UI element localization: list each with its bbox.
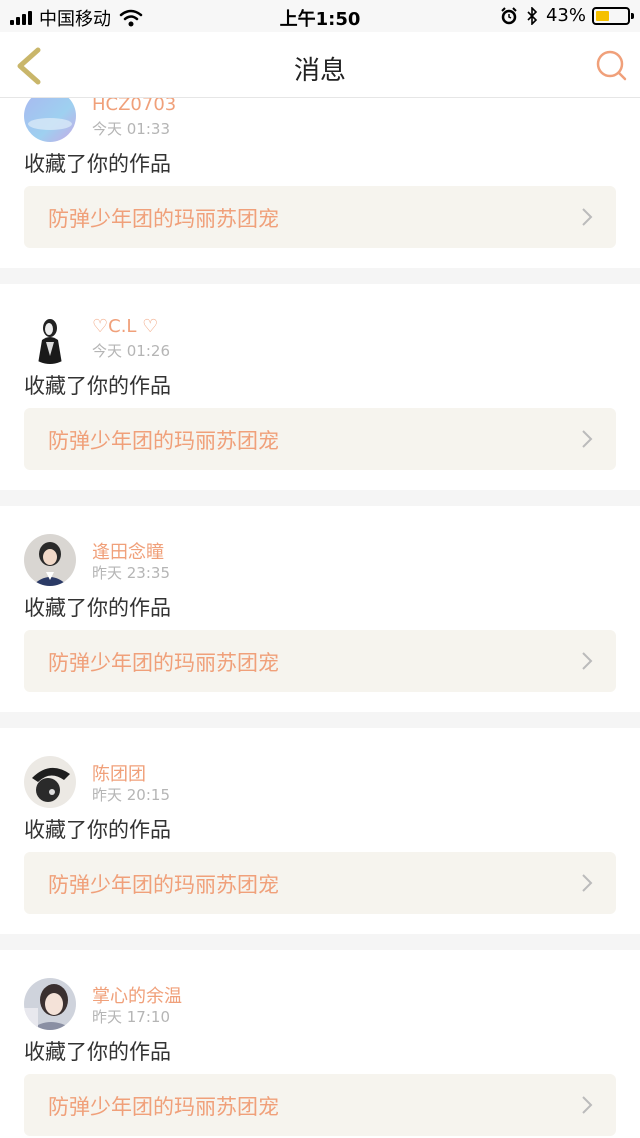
timestamp: 昨天 17:10 [92,1008,170,1026]
work-title: 防弹少年团的玛丽苏团宠 [48,207,279,231]
action-text: 收藏了你的作品 [24,374,171,398]
avatar[interactable] [24,756,76,808]
message-list[interactable]: HCZ0703 今天 01:33 收藏了你的作品 防弹少年团的玛丽苏团宠 ♡C.… [0,98,640,1138]
list-item: 逢田念瞳 昨天 23:35 收藏了你的作品 防弹少年团的玛丽苏团宠 [0,532,640,728]
username[interactable]: ♡C.L ♡ [92,316,158,337]
status-right: 43% [500,5,634,26]
timestamp: 昨天 23:35 [92,564,170,582]
battery-icon [592,6,634,25]
username[interactable]: 陈团团 [92,760,146,786]
chevron-right-icon [582,652,593,670]
avatar[interactable] [24,98,76,142]
avatar[interactable] [24,534,76,586]
page-title: 消息 [293,56,346,86]
username[interactable]: 掌心的余温 [92,982,182,1008]
status-bar: 中国移动 上午1:50 43% [0,0,640,32]
list-item: 陈团团 昨天 20:15 收藏了你的作品 防弹少年团的玛丽苏团宠 [0,754,640,950]
work-link[interactable]: 防弹少年团的玛丽苏团宠 [24,1074,616,1136]
timestamp: 今天 01:26 [92,342,170,360]
action-text: 收藏了你的作品 [24,152,171,176]
action-text: 收藏了你的作品 [24,818,171,842]
separator [0,934,640,950]
work-link[interactable]: 防弹少年团的玛丽苏团宠 [24,852,616,914]
timestamp: 今天 01:33 [92,120,170,138]
work-title: 防弹少年团的玛丽苏团宠 [48,429,279,453]
timestamp: 昨天 20:15 [92,786,170,804]
list-item: ♡C.L ♡ 今天 01:26 收藏了你的作品 防弹少年团的玛丽苏团宠 [0,310,640,506]
search-icon [596,50,627,81]
chevron-right-icon [582,430,593,448]
chevron-right-icon [582,874,593,892]
chevron-right-icon [582,1096,593,1114]
work-link[interactable]: 防弹少年团的玛丽苏团宠 [24,630,616,692]
list-item: HCZ0703 今天 01:33 收藏了你的作品 防弹少年团的玛丽苏团宠 [0,98,640,284]
list-item: 掌心的余温 昨天 17:10 收藏了你的作品 防弹少年团的玛丽苏团宠 [0,976,640,1138]
action-text: 收藏了你的作品 [24,1040,171,1064]
alarm-icon [501,6,517,24]
username[interactable]: 逢田念瞳 [92,538,164,564]
work-title: 防弹少年团的玛丽苏团宠 [48,1095,279,1119]
nav-bar: 消息 [0,32,640,98]
separator [0,712,640,728]
username[interactable]: HCZ0703 [92,98,176,115]
work-title: 防弹少年团的玛丽苏团宠 [48,873,279,897]
bluetooth-icon [527,6,538,25]
action-text: 收藏了你的作品 [24,596,171,620]
work-link[interactable]: 防弹少年团的玛丽苏团宠 [24,408,616,470]
avatar[interactable] [24,312,76,364]
chevron-right-icon [582,208,593,226]
separator [0,490,640,506]
work-link[interactable]: 防弹少年团的玛丽苏团宠 [24,186,616,248]
avatar[interactable] [24,978,76,1030]
battery-percent: 43% [545,5,586,26]
separator [0,268,640,284]
search-button[interactable] [594,48,628,82]
work-title: 防弹少年团的玛丽苏团宠 [48,651,279,675]
